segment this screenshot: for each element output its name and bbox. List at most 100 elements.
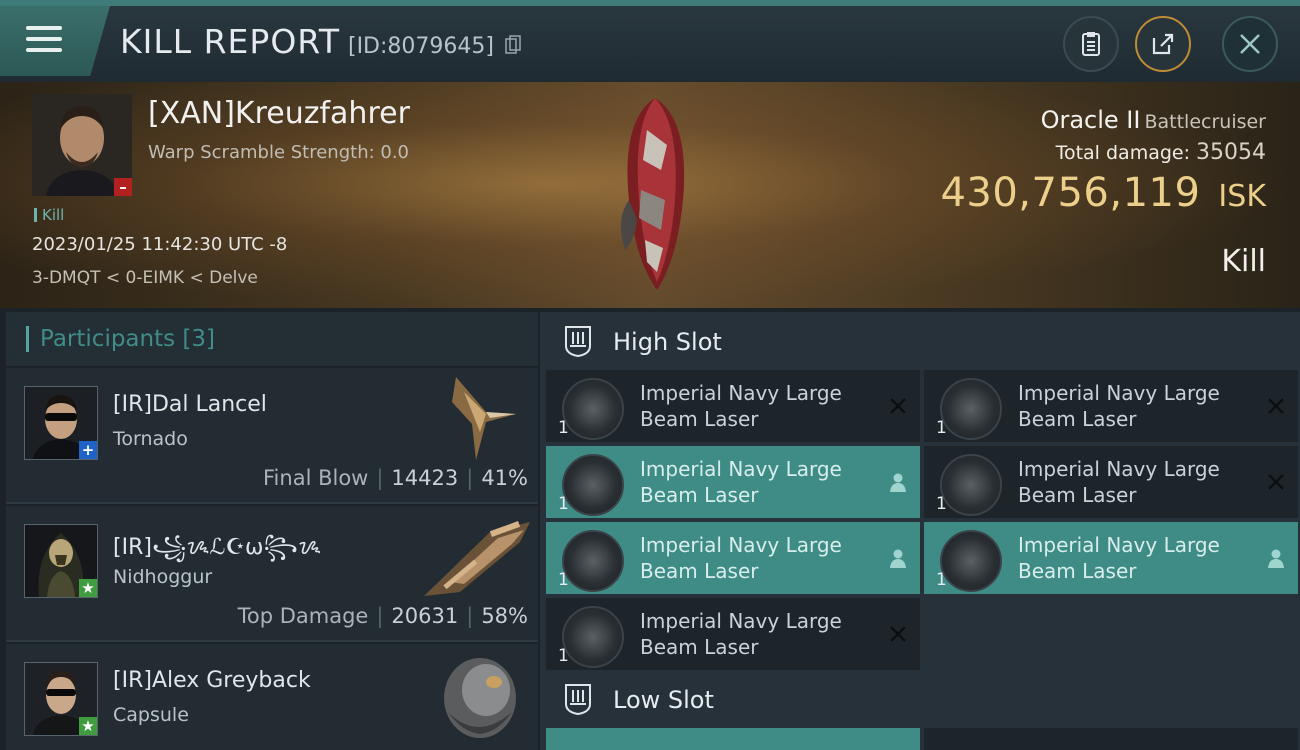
clipboard-icon [1082, 32, 1100, 56]
kill-tag-label: Kill [42, 206, 65, 224]
module-item[interactable]: 1 Imperial Navy Large Beam Laser [546, 598, 920, 670]
participant-ship: Tornado [113, 428, 188, 450]
module-name: Imperial Navy Large Beam Laser [1018, 533, 1220, 583]
participant-row[interactable]: ★ [IR]Alex Greyback Capsule [6, 644, 538, 750]
participant-name[interactable]: [IR]Alex Greyback [113, 668, 311, 693]
kill-tag: Kill [34, 206, 64, 224]
participant-role: Top Damage [237, 604, 369, 628]
total-damage-label: Total damage: [1055, 142, 1190, 164]
participants-title: Participants [3] [40, 326, 215, 352]
isk-value-line: 430,756,119 ISK [940, 170, 1266, 216]
avatar: ★ [24, 662, 98, 736]
beam-laser-icon [940, 530, 1002, 592]
beam-laser-icon [562, 530, 624, 592]
participant-name[interactable]: [IR]Dal Lancel [113, 392, 267, 417]
kill-type: Kill [1221, 244, 1266, 279]
ship-image [420, 512, 536, 606]
participant-stats: Final Blow | 14423 | 41% [263, 466, 528, 490]
module-quantity: 1 [558, 646, 569, 666]
module-name: Imperial Navy Large Beam Laser [1018, 457, 1220, 507]
high-slot-header[interactable]: High Slot [545, 314, 1295, 370]
participant-ship: Capsule [113, 704, 189, 726]
module-item[interactable]: 1 Imperial Navy Large Beam Laser [546, 522, 920, 594]
module-item[interactable]: 1 Imperial Navy Large Beam Laser [924, 522, 1298, 594]
participant-percent: 58% [481, 604, 528, 628]
total-damage-value: 35054 [1196, 140, 1266, 165]
module-name: Imperial Navy Large Beam Laser [640, 533, 842, 583]
module-item[interactable]: 1 Imperial Navy Large Beam Laser [546, 370, 920, 442]
copy-icon[interactable] [505, 35, 522, 55]
corp-badge-icon: ★ [79, 579, 97, 597]
beam-laser-icon [562, 378, 624, 440]
hostile-badge-icon: – [114, 178, 132, 196]
participant-damage: 14423 [391, 466, 459, 490]
isk-unit: ISK [1218, 179, 1266, 214]
module-quantity: 1 [558, 418, 569, 438]
high-slot-label: High Slot [613, 328, 722, 356]
victim-ship[interactable]: Oracle II Battlecruiser [1041, 106, 1266, 134]
participant-percent: 41% [481, 466, 528, 490]
total-damage: Total damage: 35054 [1056, 140, 1266, 165]
participant-role: Final Blow [263, 466, 369, 490]
victim-avatar[interactable]: – [32, 94, 132, 196]
destroyed-icon [890, 626, 906, 642]
destroyed-icon [890, 398, 906, 414]
beam-laser-icon [562, 454, 624, 516]
module-quantity: 1 [936, 418, 947, 438]
fleet-badge-icon: + [79, 441, 97, 459]
module-item[interactable] [546, 728, 920, 750]
share-button[interactable] [1135, 16, 1191, 72]
low-slot-header[interactable]: Low Slot [545, 672, 1295, 728]
module-name: Imperial Navy Large Beam Laser [640, 457, 842, 507]
menu-icon [26, 26, 62, 30]
victim-ship-image[interactable] [595, 90, 715, 295]
ship-class: Battlecruiser [1144, 111, 1266, 133]
module-name: Imperial Navy Large Beam Laser [1018, 381, 1220, 431]
participant-stats: Top Damage | 20631 | 58% [237, 604, 528, 628]
ship-name: Oracle II [1040, 106, 1141, 134]
participant-ship: Nidhoggur [113, 566, 213, 588]
corp-badge-icon: ★ [79, 717, 97, 735]
participant-row[interactable]: ★ [IR]꧁ᝰℒ☪ω꧂ᝰ Nidhoggur Top Damage | 20631… [6, 506, 538, 642]
low-slot-label: Low Slot [613, 686, 714, 714]
kill-datetime: 2023/01/25 11:42:30 UTC -8 [32, 234, 288, 255]
module-name: Imperial Navy Large Beam Laser [640, 381, 842, 431]
capsule-image [438, 652, 522, 746]
victim-panel: – [XAN]Kreuzfahrer Warp Scramble Strengt… [0, 82, 1300, 308]
destroyed-icon [1268, 474, 1284, 490]
kill-location[interactable]: 3-DMQT < 0-EIMK < Delve [32, 268, 258, 288]
page-title-text: KILL REPORT [120, 22, 340, 61]
low-slot-icon [565, 684, 591, 716]
high-slot-icon [565, 326, 591, 358]
module-item[interactable] [924, 728, 1298, 750]
victim-name[interactable]: [XAN]Kreuzfahrer [148, 96, 410, 131]
close-icon [1240, 34, 1260, 54]
ship-image [446, 372, 522, 466]
beam-laser-icon [940, 454, 1002, 516]
destroyed-icon [1268, 398, 1284, 414]
participants-header[interactable]: Participants [3] [6, 312, 538, 366]
page-title: KILL REPORT [ID:8079645] [120, 22, 522, 61]
beam-laser-icon [562, 606, 624, 668]
module-name: Imperial Navy Large Beam Laser [640, 609, 842, 659]
avatar: + [24, 386, 98, 460]
module-quantity: 1 [936, 570, 947, 590]
module-item[interactable]: 1 Imperial Navy Large Beam Laser [924, 370, 1298, 442]
isk-value: 430,756,119 [940, 170, 1201, 216]
module-quantity: 1 [558, 570, 569, 590]
clipboard-button[interactable] [1063, 16, 1119, 72]
participant-row[interactable]: + [IR]Dal Lancel Tornado Final Blow | 1442… [6, 368, 538, 504]
module-quantity: 1 [558, 494, 569, 514]
avatar: ★ [24, 524, 98, 598]
close-button[interactable] [1222, 16, 1278, 72]
dropped-person-icon [890, 549, 906, 568]
module-item[interactable]: 1 Imperial Navy Large Beam Laser [924, 446, 1298, 518]
warp-scramble-strength: Warp Scramble Strength: 0.0 [148, 142, 410, 163]
report-id: [ID:8079645] [347, 34, 494, 59]
participant-damage: 20631 [391, 604, 459, 628]
dropped-person-icon [1268, 549, 1284, 568]
module-item[interactable]: 1 Imperial Navy Large Beam Laser [546, 446, 920, 518]
beam-laser-icon [940, 378, 1002, 440]
module-quantity: 1 [936, 494, 947, 514]
share-icon [1152, 33, 1174, 55]
